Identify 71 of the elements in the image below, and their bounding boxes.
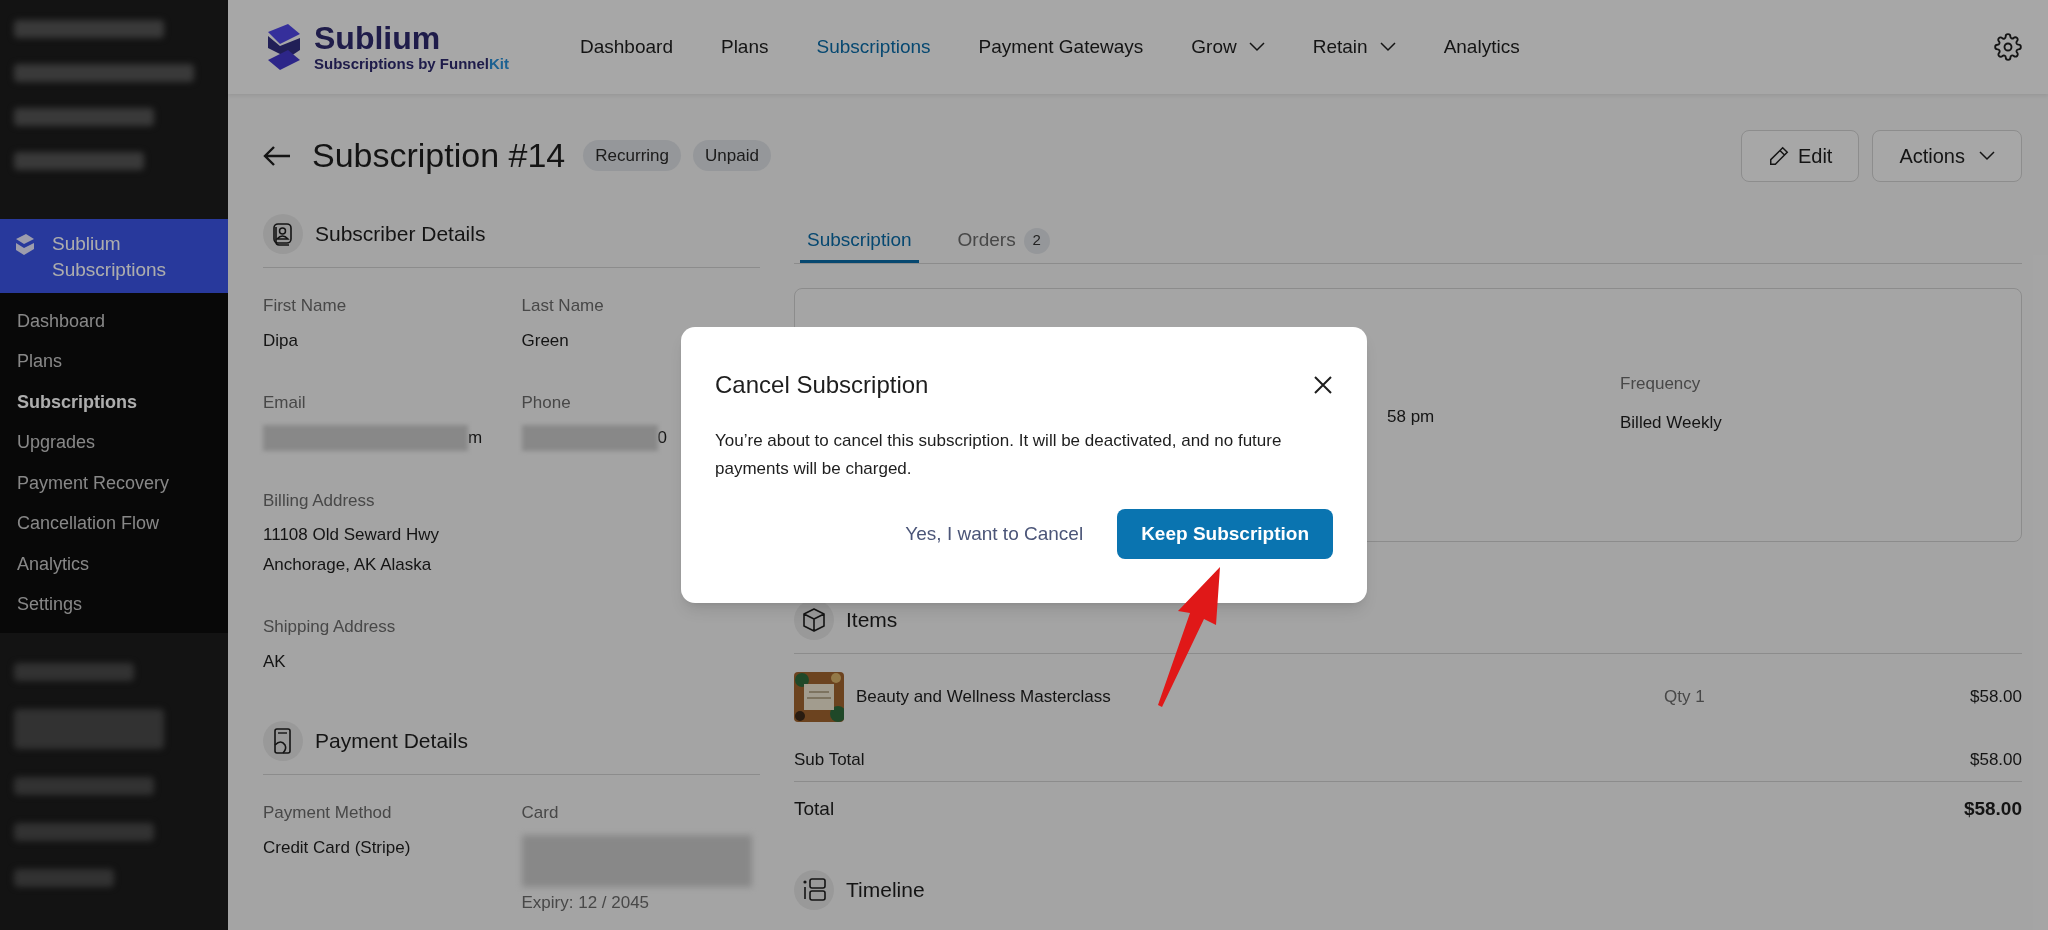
nav-link[interactable]: Subscriptions xyxy=(816,32,931,62)
logo-icon xyxy=(14,233,36,257)
tab[interactable]: Subscription xyxy=(800,221,919,263)
field-label: Email xyxy=(263,392,306,414)
keep-subscription-button[interactable]: Keep Subscription xyxy=(1117,509,1333,559)
back-arrow-icon[interactable] xyxy=(262,144,292,167)
field-value: m xyxy=(468,426,483,449)
section-title: Payment Details xyxy=(315,728,468,755)
sidebar-item[interactable]: Upgrades xyxy=(0,422,228,463)
sidebar-item[interactable]: Plans xyxy=(0,341,228,382)
sidebar-item[interactable]: Analytics xyxy=(0,544,228,585)
item-name: Beauty and Wellness Masterclass xyxy=(856,686,1111,709)
contact-card-icon xyxy=(263,214,303,254)
sidebar-item[interactable]: Subscriptions xyxy=(0,382,228,423)
subtotal-value: $58.00 xyxy=(1970,748,2022,771)
section-title: Timeline xyxy=(846,877,925,904)
logo-title: Sublium xyxy=(314,21,442,55)
field-label: Card xyxy=(521,802,559,824)
nav-link[interactable]: Payment Gateways xyxy=(978,32,1144,62)
sidebar-item[interactable]: Payment Recovery xyxy=(0,463,228,504)
field-value: 0 xyxy=(657,426,667,449)
status-badge: Recurring xyxy=(583,139,681,172)
field-value: Green xyxy=(521,329,569,352)
nav-link[interactable]: Retain xyxy=(1312,32,1396,62)
settings-icon[interactable] xyxy=(1994,33,2022,61)
total-label: Total xyxy=(794,796,835,821)
field-value: 58 pm xyxy=(1387,406,1436,428)
package-icon xyxy=(794,600,834,640)
section-title: Items xyxy=(846,607,898,634)
actions-button[interactable]: Actions xyxy=(1872,129,2022,182)
status-badge: Unpaid xyxy=(693,139,771,172)
dialog-title: Cancel Subscription xyxy=(715,370,929,400)
tab[interactable]: Orders 2 xyxy=(950,221,1057,263)
logo-subtitle: Subscriptions by FunnelKit xyxy=(314,55,509,73)
section-title: Subscriber Details xyxy=(315,221,486,248)
timeline-icon xyxy=(794,870,834,910)
count-badge: 2 xyxy=(1023,227,1050,254)
nav-link[interactable]: Plans xyxy=(720,32,769,62)
field-label: First Name xyxy=(263,295,347,317)
payment-hand-icon xyxy=(263,721,303,761)
sidebar-header[interactable]: Sublium Subscriptions xyxy=(0,219,228,293)
cancel-subscription-link[interactable]: Yes, I want to Cancel xyxy=(905,519,1084,549)
nav-link[interactable]: Dashboard xyxy=(580,32,673,62)
item-price: $58.00 xyxy=(1970,686,2022,709)
field-label: Payment Method xyxy=(263,802,392,824)
sidebar-item[interactable]: Cancellation Flow xyxy=(0,503,228,544)
field-value: AK xyxy=(263,650,286,673)
field-label: Phone xyxy=(521,392,571,414)
pencil-icon xyxy=(1767,144,1790,167)
field-value: Billed Weekly xyxy=(1620,411,1723,434)
field-label: Shipping Address xyxy=(263,616,396,638)
page-title: Subscription #14 xyxy=(312,135,566,176)
close-icon[interactable] xyxy=(1313,375,1333,395)
field-value: 11108 Old Seward Hwy xyxy=(263,524,440,546)
field-label: Frequency xyxy=(1620,373,1702,395)
subtotal-label: Sub Total xyxy=(794,748,865,771)
total-value: $58.00 xyxy=(1963,796,2022,821)
dialog-message: You’re about to cancel this subscription. It will be deactivated, and no future payments will be charged. xyxy=(715,430,1283,480)
field-value: Expiry: 12 / 2045 xyxy=(521,891,650,914)
field-label: Billing Address xyxy=(263,489,375,512)
field-value: Anchorage, AK Alaska xyxy=(263,553,433,576)
nav-link[interactable]: Analytics xyxy=(1443,32,1520,62)
field-value: Credit Card (Stripe) xyxy=(263,836,411,859)
sidebar-item[interactable]: Settings xyxy=(0,584,228,625)
field-value: Dipa xyxy=(263,329,298,352)
field-label: Last Name xyxy=(521,295,604,317)
nav-link[interactable]: Grow xyxy=(1191,32,1265,62)
edit-button[interactable]: Edit xyxy=(1740,129,1860,182)
sidebar-item[interactable]: Dashboard xyxy=(0,301,228,342)
chevron-down-icon xyxy=(1979,150,1995,161)
item-quantity: Qty 1 xyxy=(1664,686,1706,709)
